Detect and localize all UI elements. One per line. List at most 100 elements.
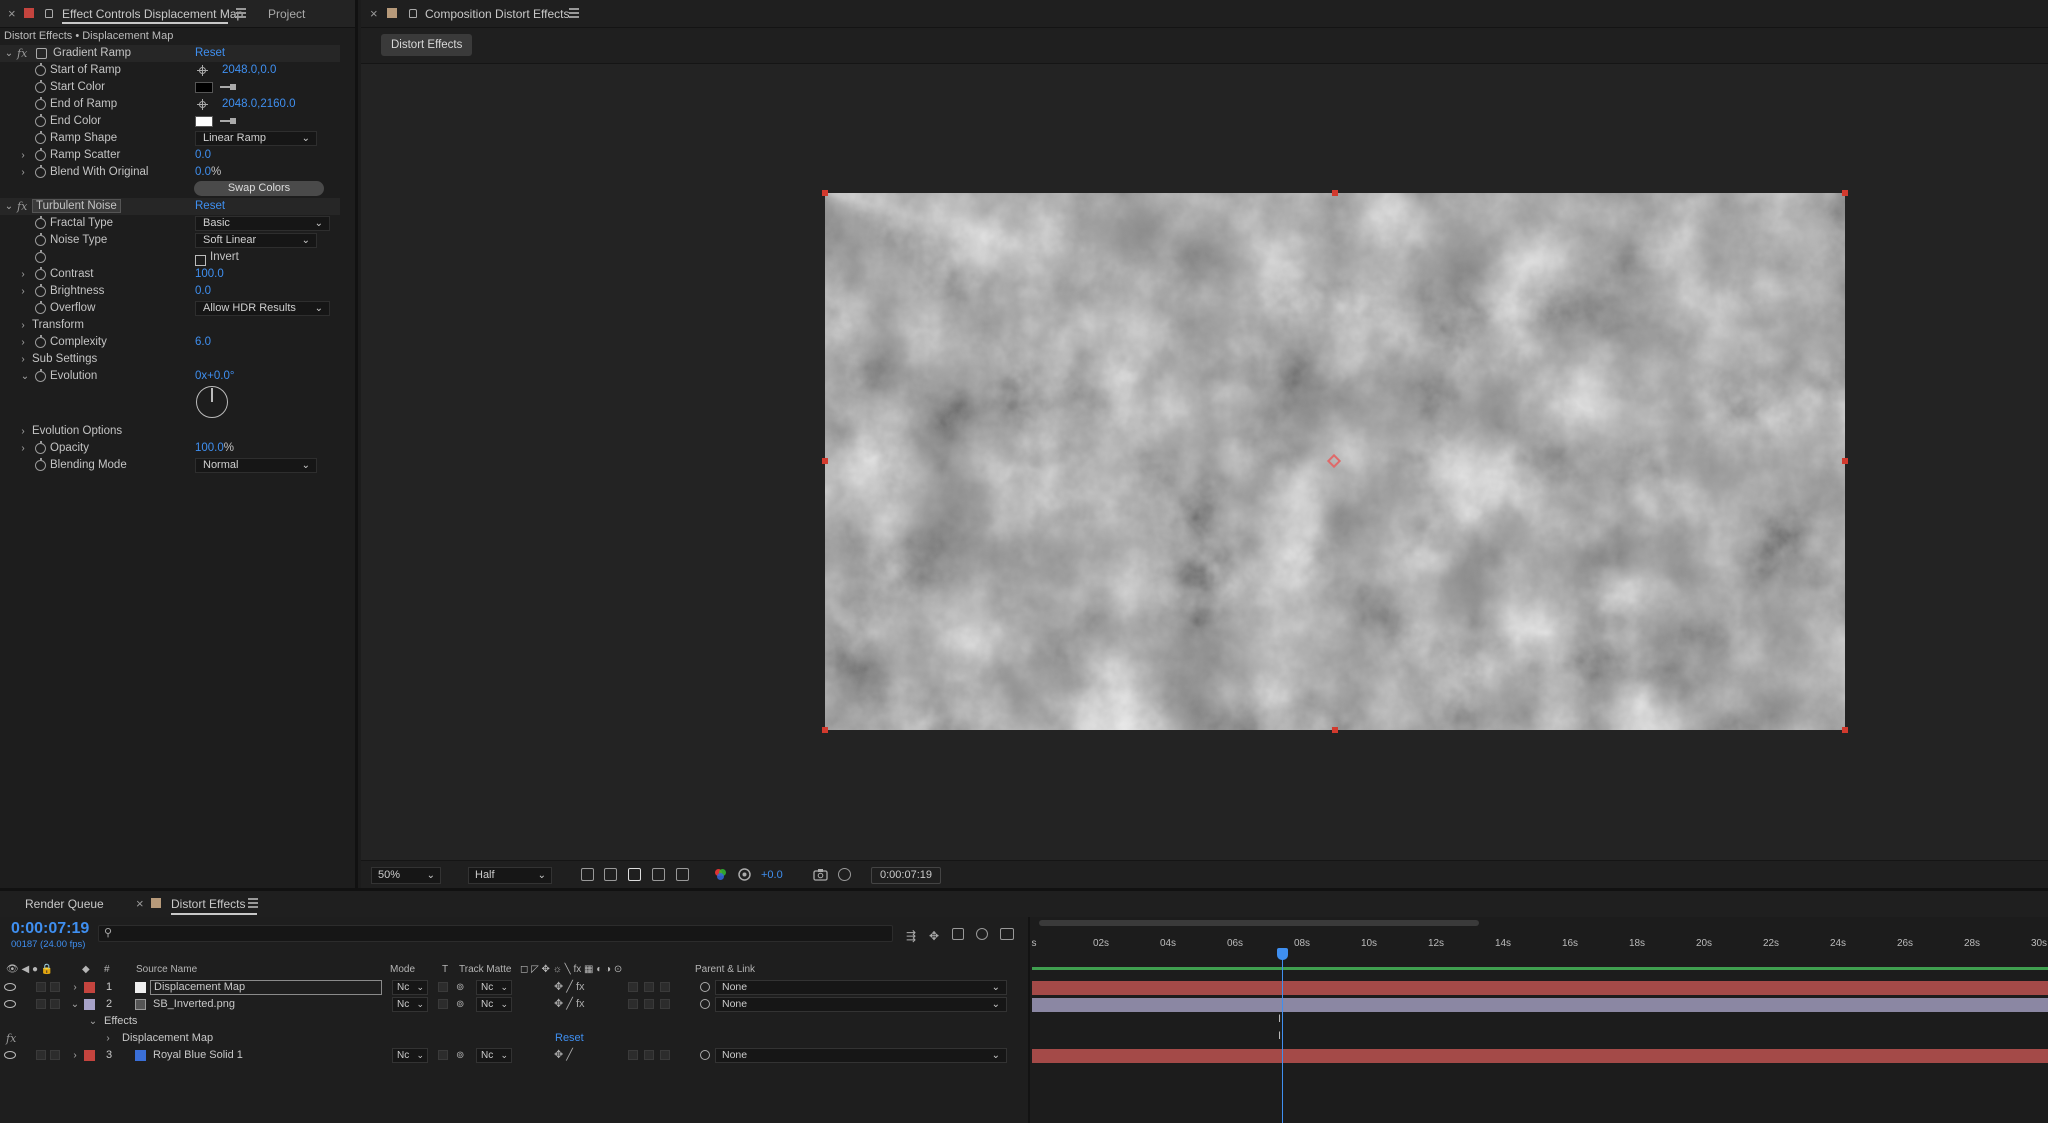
visibility-eye-icon[interactable] [4,1000,16,1008]
transform-handle[interactable] [822,727,828,733]
stopwatch-icon[interactable] [35,301,46,314]
switch-toggle[interactable] [644,982,654,992]
layer-label-color[interactable] [84,999,95,1010]
layer-label-color[interactable] [84,982,95,993]
current-time-display[interactable]: 0:00:07:19 [871,867,941,884]
evolution-dial[interactable] [196,386,228,418]
stopwatch-icon[interactable] [35,114,46,127]
stopwatch-icon[interactable] [35,369,46,382]
region-of-interest-icon[interactable] [652,868,665,881]
reset-link[interactable]: Reset [195,198,225,215]
visibility-eye-icon[interactable] [4,983,16,991]
visibility-eye-icon[interactable] [4,1051,16,1059]
pick-whip-icon[interactable] [700,982,710,992]
track-matte-dropdown[interactable]: Nc ⌄ [476,980,512,995]
effect-row[interactable]: fx › Displacement Map Reset [0,1030,1030,1047]
swap-colors-button[interactable]: Swap Colors [194,181,324,196]
switch-toggle[interactable] [660,1050,670,1060]
collapse-icon[interactable]: ⌄ [4,45,14,62]
contrast-value[interactable]: 100.0 [195,266,224,283]
collapse-icon[interactable]: ⌄ [4,198,14,215]
crosshair-icon[interactable] [197,99,208,110]
resolution-dropdown[interactable]: Half ⌄ [468,867,552,884]
stopwatch-icon[interactable] [35,335,46,348]
fractal-type-dropdown[interactable]: Basic ⌄ [195,216,330,231]
effect-name[interactable]: Turbulent Noise [32,199,121,213]
layer-2-bar[interactable] [1032,998,2048,1012]
stopwatch-icon[interactable] [35,216,46,229]
stopwatch-icon[interactable] [35,441,46,454]
draft-3d-icon[interactable]: ✥ [929,929,939,943]
switch-icons[interactable]: ✥ ╱ fx [554,979,585,996]
stopwatch-icon[interactable] [35,80,46,93]
preserve-transparency-toggle[interactable] [438,982,448,992]
expand-icon[interactable]: › [70,1047,80,1064]
preserve-transparency-toggle[interactable] [438,999,448,1009]
expand-icon[interactable]: › [103,1030,113,1047]
transform-handle[interactable] [1842,727,1848,733]
ramp-scatter-value[interactable]: 0.0 [195,147,211,164]
solo-toggle[interactable] [36,1050,46,1060]
collapse-icon[interactable]: ⌄ [88,1013,98,1030]
tab-composition[interactable]: Composition Distort Effects [425,0,570,28]
overflow-dropdown[interactable]: Allow HDR Results ⌄ [195,301,330,316]
switch-toggle[interactable] [628,1050,638,1060]
layer-1-bar[interactable] [1032,981,2048,995]
mask-visibility-icon[interactable] [628,868,641,881]
ramp-shape-dropdown[interactable]: Linear Ramp ⌄ [195,131,317,146]
preserve-transparency-toggle[interactable] [438,1050,448,1060]
switch-toggle[interactable] [660,982,670,992]
expand-icon[interactable]: › [18,147,28,164]
switch-icons[interactable]: ✥ ╱ [554,1047,573,1064]
motion-blur-icon[interactable] [1000,928,1014,940]
group-transform[interactable]: › Transform [0,317,340,334]
matte-link-icon[interactable]: ⊚ [456,1047,464,1064]
composition-viewer[interactable] [361,64,2048,860]
blending-mode-dropdown[interactable]: Normal ⌄ [195,458,317,473]
matte-link-icon[interactable]: ⊚ [456,996,464,1013]
blend-mode-dropdown[interactable]: Nc ⌄ [392,997,428,1012]
close-tab-icon[interactable]: × [8,0,16,28]
stopwatch-icon[interactable] [35,284,46,297]
layer-row[interactable]: ⌄ 2 SB_Inverted.png Nc ⌄ ⊚ Nc ⌄ ✥ ╱ fx Non… [0,996,1030,1013]
effect-reset-link[interactable]: Reset [555,1030,584,1047]
transform-handle[interactable] [1332,727,1338,733]
comp-breadcrumb[interactable]: Distort Effects [381,34,473,56]
col-source-name[interactable]: Source Name [136,964,197,975]
matte-link-icon[interactable]: ⊚ [456,979,464,996]
group-evolution-options[interactable]: › Evolution Options [0,423,340,440]
brightness-value[interactable]: 0.0 [195,283,211,300]
work-area-bar[interactable] [1039,920,1479,926]
layer-name[interactable]: Displacement Map [150,980,382,995]
expand-icon[interactable]: › [18,334,28,351]
frame-blending-icon[interactable] [976,928,988,940]
parent-dropdown[interactable]: None ⌄ [715,997,1007,1012]
transform-handle[interactable] [822,190,828,196]
expand-icon[interactable]: › [18,266,28,283]
stopwatch-icon[interactable] [35,165,46,178]
blend-value[interactable]: 0.0% [195,164,221,181]
stopwatch-icon[interactable] [35,458,46,471]
switch-toggle[interactable] [644,1050,654,1060]
switch-toggle[interactable] [628,982,638,992]
color-channels-icon[interactable] [714,868,727,881]
eyedropper-icon[interactable] [220,118,238,124]
solo-toggle[interactable] [36,999,46,1009]
eyedropper-icon[interactable] [220,84,238,90]
snapshot-camera-icon[interactable] [813,868,828,881]
exposure-reset-icon[interactable] [738,868,751,881]
fx-toggle-icon[interactable]: fx [6,1030,16,1047]
tab-project[interactable]: Project [268,0,305,28]
comp-flowchart-icon[interactable]: ⇶ [906,929,916,943]
group-sub-settings[interactable]: › Sub Settings [0,351,340,368]
lock-icon[interactable] [409,9,417,18]
switch-toggle[interactable] [628,999,638,1009]
stopwatch-icon[interactable] [35,267,46,280]
solo-toggle[interactable] [36,982,46,992]
effects-group-row[interactable]: ⌄ Effects [0,1013,1030,1030]
current-time[interactable]: 0:00:07:19 [11,920,89,938]
pick-whip-icon[interactable] [700,999,710,1009]
switch-toggle[interactable] [660,999,670,1009]
effect-turbulent-noise[interactable]: ⌄ fx Turbulent Noise Reset [0,198,340,215]
timeline-tracks[interactable]: s 02s 04s 06s 08s 10s 12s 14s 16s 18s 20s 22s 24s 26s… [1032,917,2048,1123]
